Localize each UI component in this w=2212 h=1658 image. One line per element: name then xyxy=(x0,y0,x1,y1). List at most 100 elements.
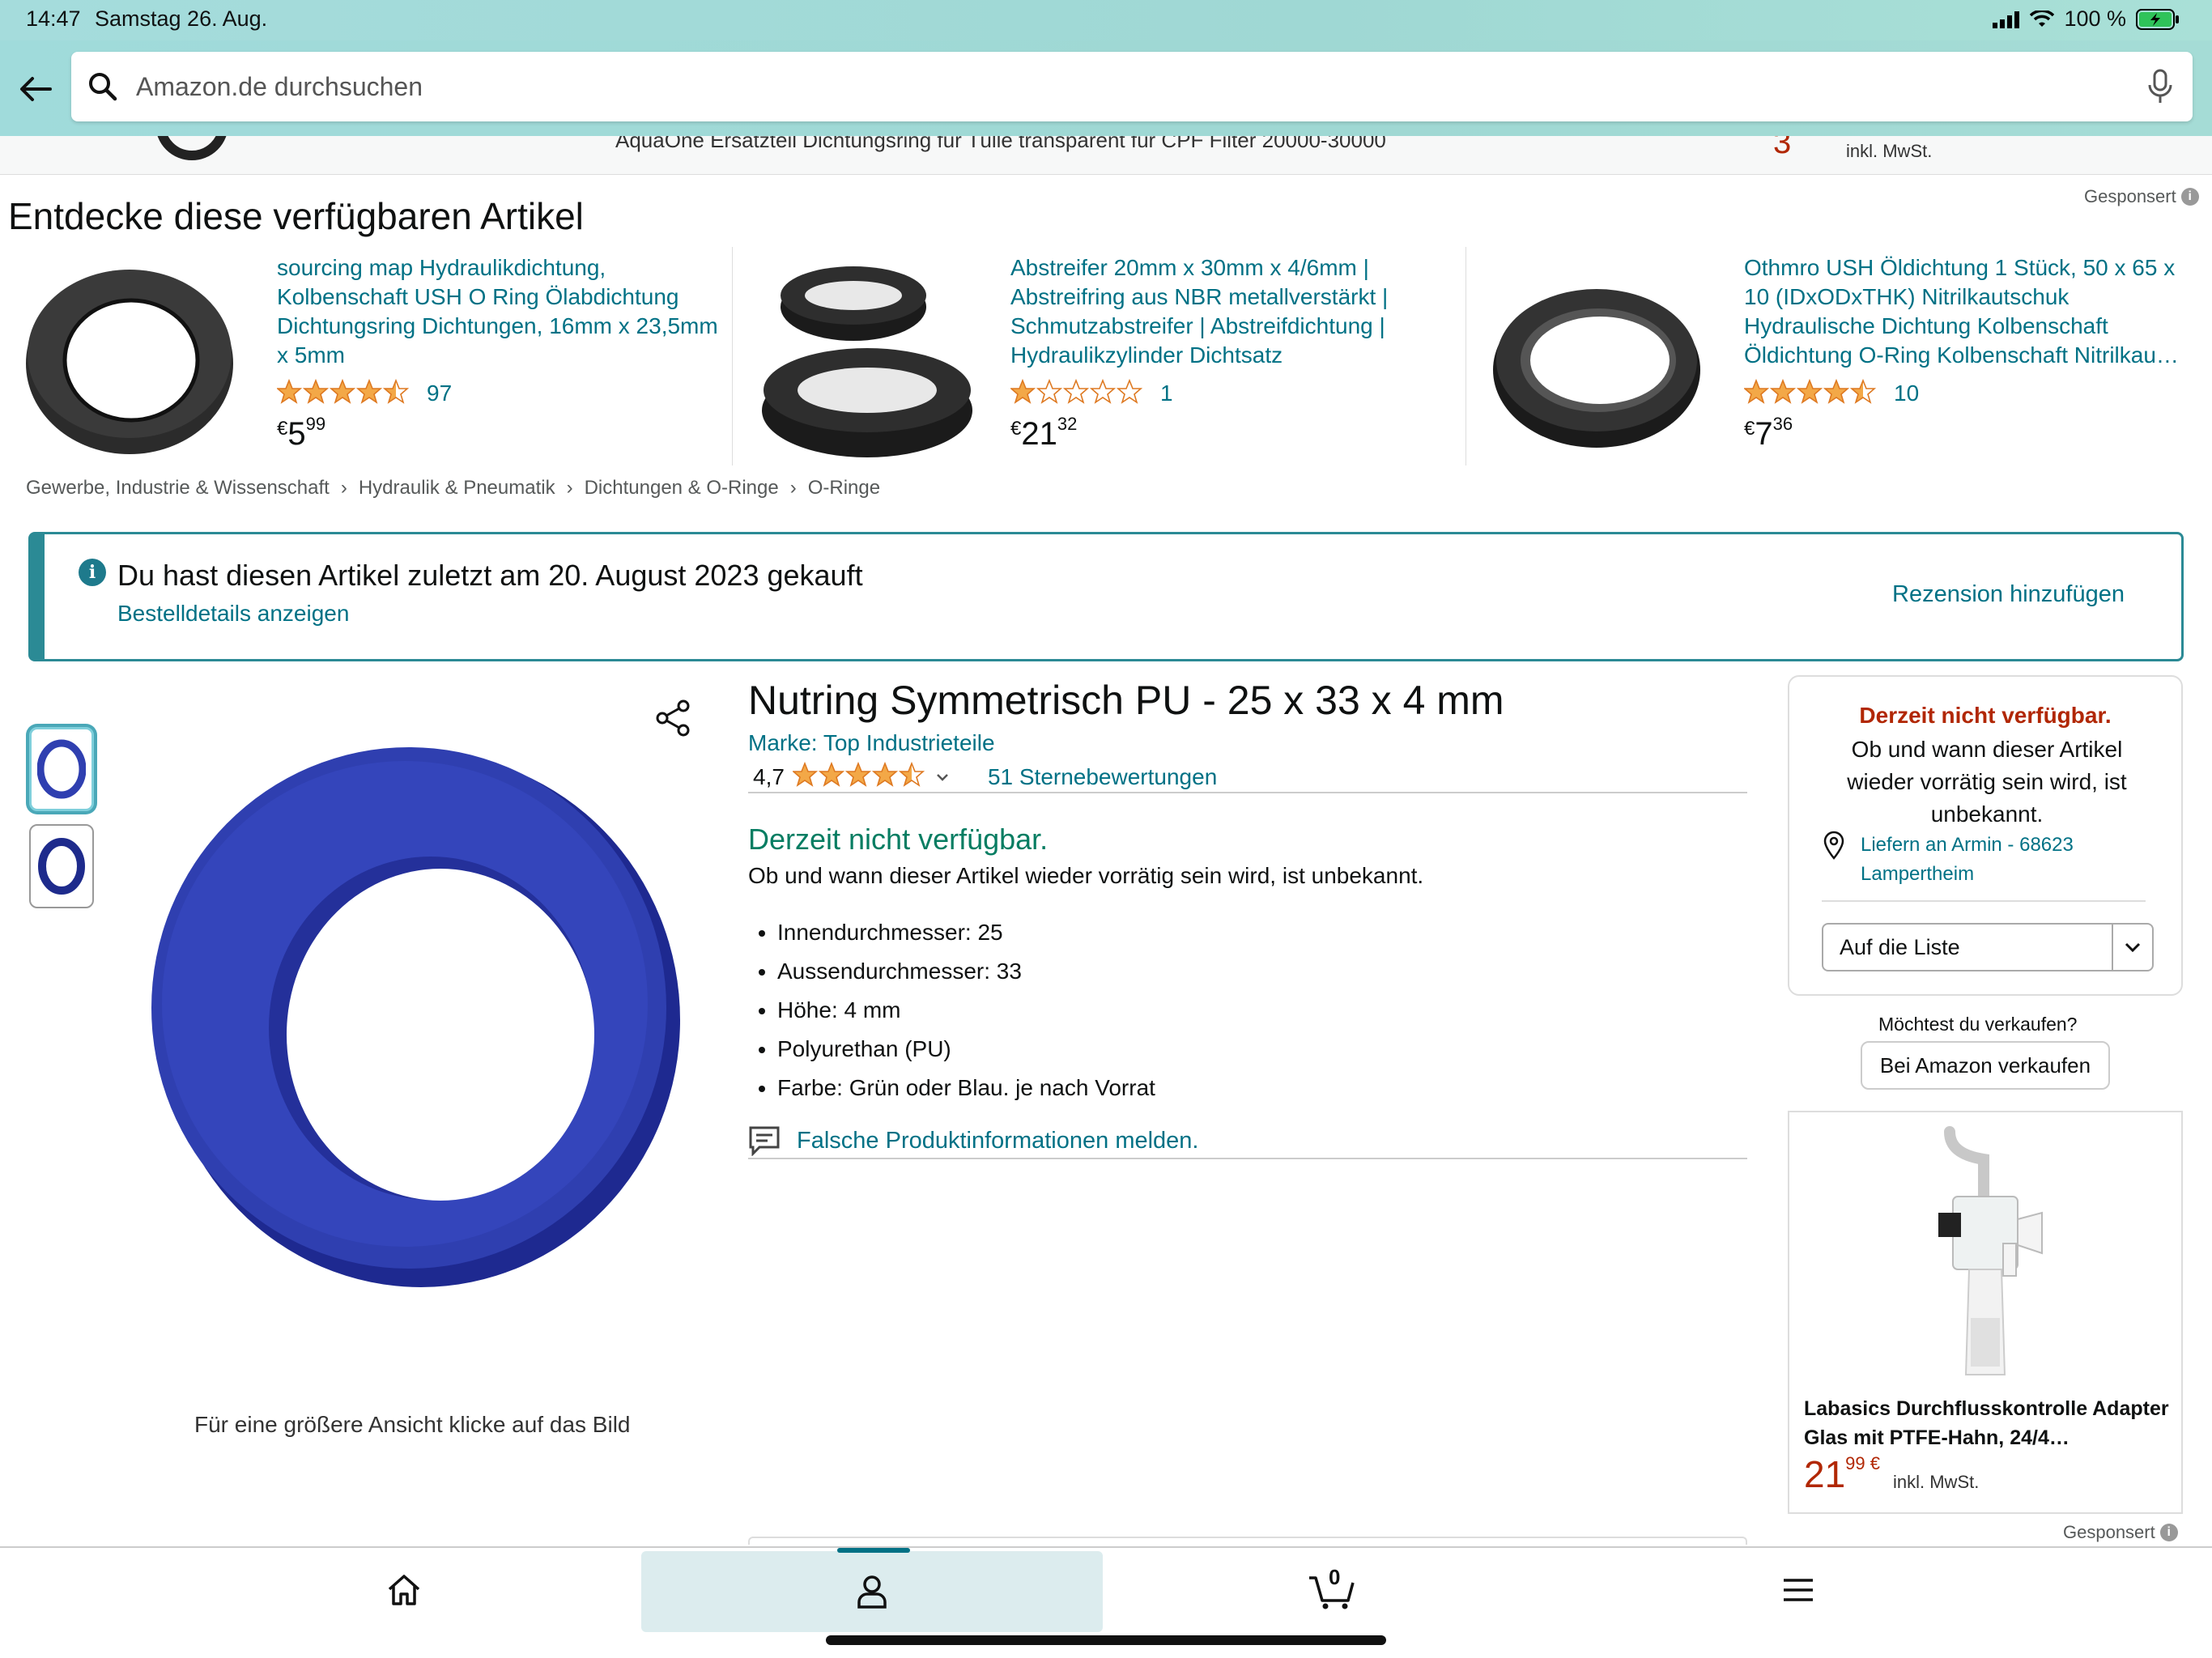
product-main-image[interactable] xyxy=(130,729,704,1312)
breadcrumb: Gewerbe, Industrie & Wissenschaft › Hydr… xyxy=(26,477,880,500)
wifi-icon xyxy=(2030,10,2055,27)
active-tab-indicator xyxy=(837,1548,910,1553)
discover-item-price: €736 xyxy=(1744,414,1793,453)
sticky-product-strip[interactable]: AquaOne Ersatzteil Dichtungsring für Tül… xyxy=(0,136,2212,175)
breadcrumb-item[interactable]: Dichtungen & O-Ringe xyxy=(585,477,779,500)
star-icon xyxy=(329,378,356,404)
brand-link[interactable]: Marke: Top Industrieteile xyxy=(748,730,995,756)
search-bar[interactable] xyxy=(71,52,2193,121)
star-icon xyxy=(1036,378,1063,404)
product-image xyxy=(26,270,233,454)
image-thumbnail[interactable] xyxy=(29,727,94,811)
star-icon xyxy=(898,761,925,787)
rating-stars xyxy=(791,761,926,793)
breadcrumb-item[interactable]: Gewerbe, Industrie & Wissenschaft xyxy=(26,477,330,500)
star-icon xyxy=(1009,378,1036,404)
tab-menu[interactable] xyxy=(1568,1548,2029,1632)
price-whole: 21 xyxy=(1021,416,1057,452)
add-to-list-dropdown[interactable]: Auf die Liste xyxy=(1822,923,2154,971)
ad-price: 2199 € xyxy=(1804,1452,1880,1496)
review-count[interactable]: 1 xyxy=(1160,380,1173,406)
breadcrumb-separator: › xyxy=(566,477,573,499)
sponsored-text: Gesponsert xyxy=(2063,1522,2155,1542)
next-section-edge xyxy=(748,1537,1747,1545)
price-fraction: 99 xyxy=(305,414,326,434)
discover-item-price: €599 xyxy=(277,414,325,453)
buy-box: Derzeit nicht verfügbar. Ob und wann die… xyxy=(1788,675,2183,996)
back-arrow-icon[interactable] xyxy=(18,71,53,107)
review-count[interactable]: 97 xyxy=(427,380,452,406)
add-review-link[interactable]: Rezension hinzufügen xyxy=(1892,581,2125,608)
review-count[interactable]: 10 xyxy=(1894,380,1919,406)
sponsored-label[interactable]: Gesponsert i xyxy=(2084,186,2199,207)
tab-home[interactable] xyxy=(173,1548,635,1632)
product-image xyxy=(762,266,972,457)
star-icon xyxy=(302,378,330,404)
sticky-product-thumbnail xyxy=(155,136,228,160)
status-time: 14:47 xyxy=(26,6,81,31)
star-rating: 10 xyxy=(1742,378,1919,408)
price-fraction: 36 xyxy=(1772,414,1793,434)
status-indicators: 100 % xyxy=(1993,6,2180,32)
discover-item-title[interactable]: Abstreifer 20mm x 30mm x 4/6mm | Abstrei… xyxy=(1010,253,1464,370)
price-whole: 7 xyxy=(1755,416,1773,452)
tab-account[interactable] xyxy=(641,1551,1103,1632)
breadcrumb-separator: › xyxy=(340,477,347,499)
star-icon xyxy=(844,761,872,787)
discover-item-title[interactable]: sourcing map Hydraulikdichtung, Kolbensc… xyxy=(277,253,730,370)
star-icon xyxy=(1116,378,1143,404)
rating-count-link[interactable]: 51 Sternebewertungen xyxy=(988,764,1217,790)
sell-on-amazon-button[interactable]: Bei Amazon verkaufen xyxy=(1861,1041,2110,1090)
discover-item-title[interactable]: Othmro USH Öldichtung 1 Stück, 50 x 65 x… xyxy=(1744,253,2197,370)
product-image xyxy=(1493,289,1700,448)
chevron-down-icon[interactable] xyxy=(934,772,951,783)
breadcrumb-item[interactable]: O-Ringe xyxy=(808,477,880,500)
divider xyxy=(1822,900,2146,902)
breadcrumb-item[interactable]: Hydraulik & Pneumatik xyxy=(359,477,555,500)
ad-tax: inkl. MwSt. xyxy=(1893,1472,1980,1492)
discover-item-price: €2132 xyxy=(1010,414,1077,453)
rating-stars xyxy=(1742,378,1878,408)
divider xyxy=(732,247,733,466)
divider xyxy=(1465,247,1466,466)
currency: € xyxy=(1744,418,1755,440)
top-bar xyxy=(0,40,2212,136)
feature-bullet: Polyurethan (PU) xyxy=(777,1030,1155,1069)
availability-note: Ob und wann dieser Artikel wieder vorrät… xyxy=(748,863,1424,888)
cart-count: 0 xyxy=(1329,1565,1341,1589)
ring-thumbnail-icon xyxy=(37,739,86,799)
chevron-down-icon[interactable] xyxy=(2112,925,2152,970)
search-input[interactable] xyxy=(136,71,2147,102)
ad-price-whole: 21 xyxy=(1804,1453,1846,1495)
microphone-icon[interactable] xyxy=(2147,69,2173,104)
report-info-link[interactable]: Falsche Produktinformationen melden. xyxy=(748,1125,1198,1156)
breadcrumb-separator: › xyxy=(789,477,797,499)
add-to-list-label[interactable]: Auf die Liste xyxy=(1840,935,1960,960)
star-icon xyxy=(871,761,899,787)
tab-cart[interactable]: 0 xyxy=(1101,1548,1563,1632)
signal-icon xyxy=(1993,11,2020,28)
ad-title[interactable]: Labasics Durchflusskontrolle Adapter Gla… xyxy=(1804,1394,2176,1452)
feedback-icon xyxy=(749,1126,780,1156)
order-details-link[interactable]: Bestelldetails anzeigen xyxy=(117,601,349,627)
purchase-notice-text: Du hast diesen Artikel zuletzt am 20. Au… xyxy=(117,559,863,592)
report-info-text[interactable]: Falsche Produktinformationen melden. xyxy=(797,1128,1198,1154)
buybox-unavailable-note: Ob und wann dieser Artikel wieder vorrät… xyxy=(1847,737,2127,827)
image-thumbnail[interactable] xyxy=(29,824,94,908)
rating-stars xyxy=(275,378,410,408)
currency: € xyxy=(1010,418,1022,440)
feature-bullet: Farbe: Grün oder Blau. je nach Vorrat xyxy=(777,1069,1155,1107)
sponsored-text: Gesponsert xyxy=(2084,186,2176,206)
buybox-unavailable: Derzeit nicht verfügbar. xyxy=(1859,703,2112,728)
home-icon xyxy=(388,1575,420,1605)
sponsored-ad[interactable]: Labasics Durchflusskontrolle Adapter Gla… xyxy=(1788,1111,2183,1514)
image-caption: Für eine größere Ansicht klicke auf das … xyxy=(194,1412,631,1437)
product-rating[interactable]: 4,7 51 Sternebewertungen xyxy=(753,761,1217,793)
deliver-to-link[interactable]: Liefern an Armin - 68623 Lampertheim xyxy=(1822,831,2146,889)
sticky-product-tax: inkl. MwSt. xyxy=(1846,141,1933,161)
sponsored-label[interactable]: Gesponsert i xyxy=(2063,1522,2178,1543)
price-whole: 5 xyxy=(287,416,306,452)
availability-status: Derzeit nicht verfügbar. xyxy=(748,823,1049,856)
star-icon xyxy=(1849,378,1877,404)
product-title: Nutring Symmetrisch PU - 25 x 33 x 4 mm xyxy=(748,678,1504,723)
